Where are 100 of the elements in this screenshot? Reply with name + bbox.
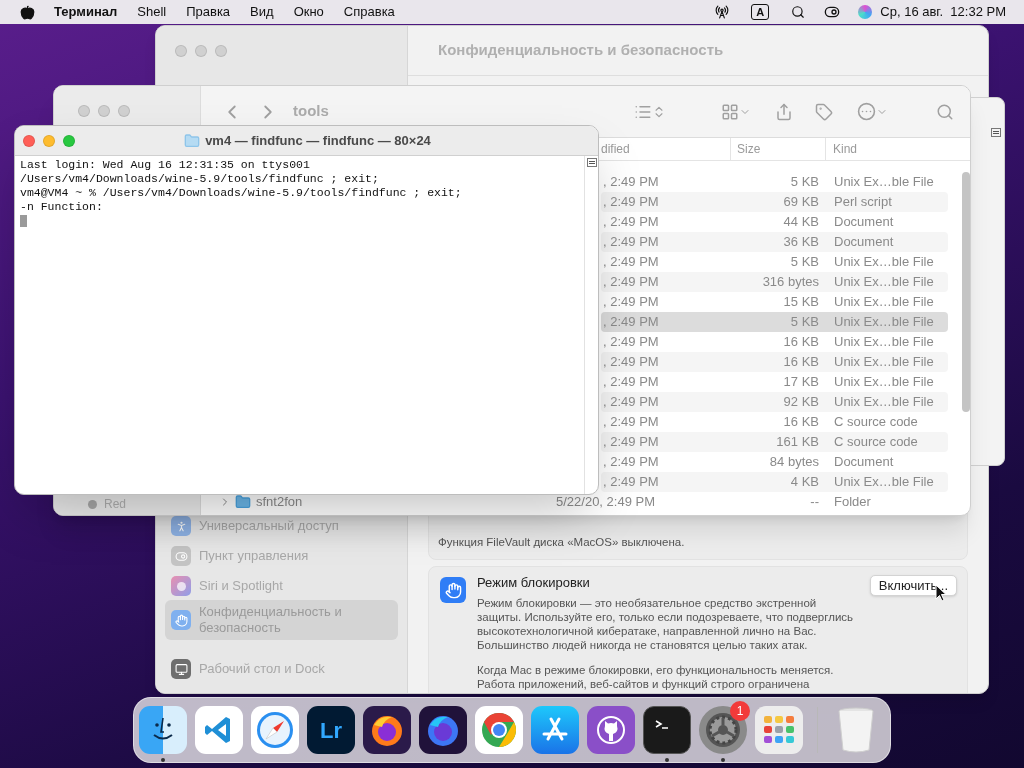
date-cell: , 2:49 PM	[603, 474, 659, 489]
date-cell: , 2:49 PM	[603, 434, 659, 449]
close-button[interactable]	[175, 45, 187, 57]
scrollbar-thumb[interactable]	[962, 172, 970, 412]
split-pane-icon[interactable]	[991, 128, 1001, 137]
input-source-indicator[interactable]: A	[751, 4, 770, 20]
finder-face-icon[interactable]	[139, 706, 187, 754]
compass-icon[interactable]	[251, 706, 299, 754]
antenna-icon[interactable]	[715, 5, 730, 19]
column-header[interactable]: Size	[737, 140, 761, 158]
orb-icon[interactable]	[858, 5, 873, 19]
fox-globe-icon[interactable]	[419, 706, 467, 754]
app-grid-icon[interactable]	[755, 706, 803, 754]
file-row[interactable]: , 2:49 PM 4 KB Unix Ex…ble File	[601, 472, 948, 492]
kind-cell: Unix Ex…ble File	[834, 474, 934, 489]
date-cell: 5/22/20, 2:49 PM	[556, 494, 655, 509]
share-icon[interactable]	[775, 102, 793, 121]
size-cell: 92 KB	[783, 394, 819, 409]
more-icon[interactable]	[857, 102, 876, 121]
kind-cell: Document	[834, 234, 894, 249]
menu-item[interactable]: Вид	[250, 2, 274, 22]
kind-cell: Unix Ex…ble File	[834, 354, 934, 369]
clock[interactable]: Ср, 16 авг. 12:32 PM	[880, 2, 1006, 22]
size-cell: 316 bytes	[762, 274, 819, 289]
kind-cell: C source code	[834, 434, 918, 449]
file-row[interactable]: , 2:49 PM 15 KB Unix Ex…ble File	[601, 292, 948, 312]
zoom-button[interactable]	[118, 105, 130, 117]
orb-icon	[171, 576, 191, 596]
monitor-icon	[171, 659, 191, 679]
apple-logo-icon[interactable]	[20, 4, 35, 20]
terminal-line: /Users/vm4/Downloads/wine-5.9/tools/findfunc ; exit;	[20, 172, 380, 186]
terminal-line: -n Function:	[20, 200, 104, 214]
file-row[interactable]: , 2:49 PM 161 KB C source code	[601, 432, 948, 452]
menu-item[interactable]: Справка	[343, 2, 395, 22]
tag-icon[interactable]	[815, 102, 833, 121]
file-row[interactable]: , 2:49 PM 16 KB C source code	[601, 412, 948, 432]
lockdown-description: Режим блокировки — это необязательное средство экстренной защиты. Используйте его, только если подозреваете, что подверглись высокотехнологичной кибератаке, направленной лично на Вас. Большинство людей никогда не становятся целью таких атак.	[477, 596, 855, 652]
gear-icon[interactable]	[699, 706, 747, 754]
lockdown-note: Когда Mac в режиме блокировки, его функциональность меняется. Работа приложений, веб-сайтов и функций строго ограничена	[477, 663, 835, 691]
hand-icon	[171, 610, 191, 630]
file-row[interactable]: , 2:49 PM 36 KB Document	[601, 232, 948, 252]
cat-icon[interactable]	[587, 706, 635, 754]
file-row[interactable]: , 2:49 PM 92 KB Unix Ex…ble File	[601, 392, 948, 412]
sidebar-item[interactable]: Пункт управления	[165, 548, 398, 564]
file-row[interactable]: , 2:49 PM 316 bytes Unix Ex…ble File	[601, 272, 948, 292]
kind-cell: Document	[834, 214, 894, 229]
file-row[interactable]: , 2:49 PM 5 KB Unix Ex…ble File	[601, 172, 948, 192]
file-row[interactable]: , 2:49 PM 5 KB Unix Ex…ble File	[601, 252, 948, 272]
fox-globe-icon[interactable]	[363, 706, 411, 754]
date-cell: , 2:49 PM	[603, 274, 659, 289]
date-cell: , 2:49 PM	[603, 254, 659, 269]
app-icon[interactable]: Lr	[307, 706, 355, 754]
file-row[interactable]: , 2:49 PM 44 KB Document	[601, 212, 948, 232]
date-cell: , 2:49 PM	[603, 214, 659, 229]
file-row[interactable]: , 2:49 PM 16 KB Unix Ex…ble File	[601, 352, 948, 372]
search-icon[interactable]	[791, 5, 806, 19]
date-cell: , 2:49 PM	[603, 234, 659, 249]
file-row[interactable]: , 2:49 PM 5 KB Unix Ex…ble File	[601, 312, 948, 332]
size-cell: 5 KB	[790, 314, 819, 329]
date-cell: , 2:49 PM	[603, 174, 659, 189]
code-editor-icon[interactable]	[195, 706, 243, 754]
grid-icon[interactable]	[721, 102, 739, 121]
control-center-icon[interactable]	[824, 4, 841, 20]
menu-item[interactable]: Shell	[137, 2, 167, 22]
file-row[interactable]: , 2:49 PM 17 KB Unix Ex…ble File	[601, 372, 948, 392]
date-cell: , 2:49 PM	[603, 294, 659, 309]
column-header[interactable]: dified	[601, 140, 630, 158]
split-pane-icon[interactable]	[586, 158, 597, 167]
close-button[interactable]	[23, 134, 35, 147]
file-row[interactable]: sfnt2fon 5/22/20, 2:49 PM -- Folder	[211, 492, 948, 512]
app-menu[interactable]: Терминал	[54, 2, 118, 22]
minimize-button[interactable]	[43, 134, 55, 147]
app-store-icon[interactable]	[531, 706, 579, 754]
menu-item[interactable]: Окно	[293, 2, 324, 22]
terminal-line: Last login: Wed Aug 16 12:31:35 on ttys001	[20, 158, 311, 172]
sidebar-item[interactable]: Рабочий стол и Dock	[165, 661, 398, 677]
date-cell: , 2:49 PM	[603, 314, 659, 329]
zoom-button[interactable]	[63, 134, 75, 147]
zoom-button[interactable]	[215, 45, 227, 57]
terminal-icon[interactable]	[643, 706, 691, 754]
size-cell: 36 KB	[783, 234, 819, 249]
sidebar-item[interactable]: Универсальный доступ	[165, 518, 398, 534]
menu-item[interactable]: Правка	[186, 2, 231, 22]
kind-cell: Unix Ex…ble File	[834, 314, 934, 329]
file-row[interactable]: , 2:49 PM 16 KB Unix Ex…ble File	[601, 332, 948, 352]
enable-button[interactable]: Включить...	[869, 575, 957, 596]
hand-icon	[440, 577, 466, 603]
file-row[interactable]: , 2:49 PM 69 KB Perl script	[601, 192, 948, 212]
kind-cell: Unix Ex…ble File	[834, 294, 934, 309]
minimize-button[interactable]	[98, 105, 110, 117]
size-cell: 16 KB	[783, 414, 819, 429]
date-cell: , 2:49 PM	[603, 414, 659, 429]
close-button[interactable]	[78, 105, 90, 117]
column-header[interactable]: Kind	[833, 140, 858, 158]
size-cell: --	[810, 494, 819, 509]
size-cell: 84 bytes	[769, 454, 819, 469]
file-row[interactable]: , 2:49 PM 84 bytes Document	[601, 452, 948, 472]
sidebar-item[interactable]: Siri и Spotlight	[165, 578, 398, 594]
browser-icon[interactable]	[475, 706, 523, 754]
minimize-button[interactable]	[195, 45, 207, 57]
